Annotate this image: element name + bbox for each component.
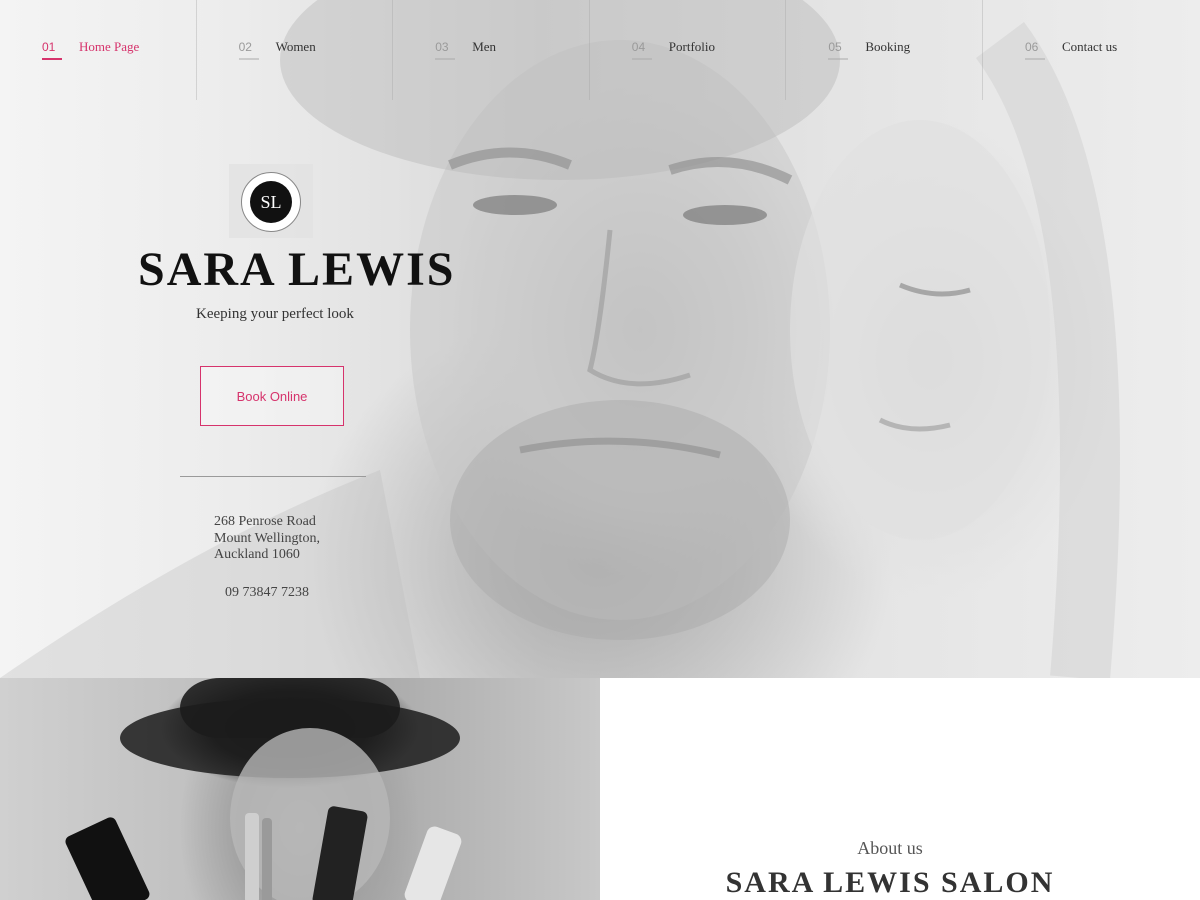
nav-number: 04 — [631, 40, 652, 60]
nav-label[interactable]: Women — [276, 39, 316, 55]
nav-label[interactable]: Contact us — [1062, 39, 1117, 55]
logo-monogram: SL — [250, 181, 292, 223]
address-line: Auckland 1060 — [214, 547, 300, 562]
address-line: 268 Penrose Road — [214, 514, 316, 529]
nav-number: 02 — [238, 40, 259, 60]
hero-couple-photo — [0, 0, 1120, 678]
brand-logo[interactable]: SL — [229, 164, 313, 238]
book-online-button[interactable]: Book Online — [200, 366, 344, 426]
nav-number: 03 — [435, 40, 456, 60]
phone-number[interactable]: 09 73847 7238 — [225, 585, 309, 601]
nav-number: 05 — [828, 40, 849, 60]
main-nav: 01 Home Page 02 Women 03 Men 04 Portfoli… — [0, 0, 1200, 100]
about-title: SARA LEWIS SALON — [725, 866, 1055, 899]
nav-label[interactable]: Portfolio — [669, 39, 715, 55]
logo-badge: SL — [241, 172, 301, 232]
about-label: About us — [857, 838, 923, 858]
nav-number: 06 — [1024, 40, 1045, 60]
divider — [180, 476, 366, 477]
nav-item-women[interactable]: 02 Women — [197, 0, 394, 100]
nav-item-men[interactable]: 03 Men — [393, 0, 590, 100]
nav-label[interactable]: Home Page — [79, 39, 139, 55]
nav-item-contact[interactable]: 06 Contact us — [983, 0, 1180, 100]
nav-label[interactable]: Men — [472, 39, 496, 55]
address-block: 268 Penrose Road Mount Wellington, Auckl… — [214, 514, 320, 564]
nav-item-booking[interactable]: 05 Booking — [786, 0, 983, 100]
salon-tools-photo — [0, 678, 600, 900]
nav-label[interactable]: Booking — [865, 39, 910, 55]
combs-scissors-image — [65, 678, 462, 900]
about-section: About us SARA LEWIS SALON — [600, 678, 1200, 900]
nav-number: 01 — [42, 40, 62, 60]
nav-item-home[interactable]: 01 Home Page — [0, 0, 197, 100]
brand-tagline: Keeping your perfect look — [196, 306, 354, 322]
brand-title: SARA LEWIS — [138, 243, 456, 296]
address-line: Mount Wellington, — [214, 530, 320, 546]
nav-item-portfolio[interactable]: 04 Portfolio — [590, 0, 787, 100]
hero-section: 01 Home Page 02 Women 03 Men 04 Portfoli… — [0, 0, 1200, 678]
